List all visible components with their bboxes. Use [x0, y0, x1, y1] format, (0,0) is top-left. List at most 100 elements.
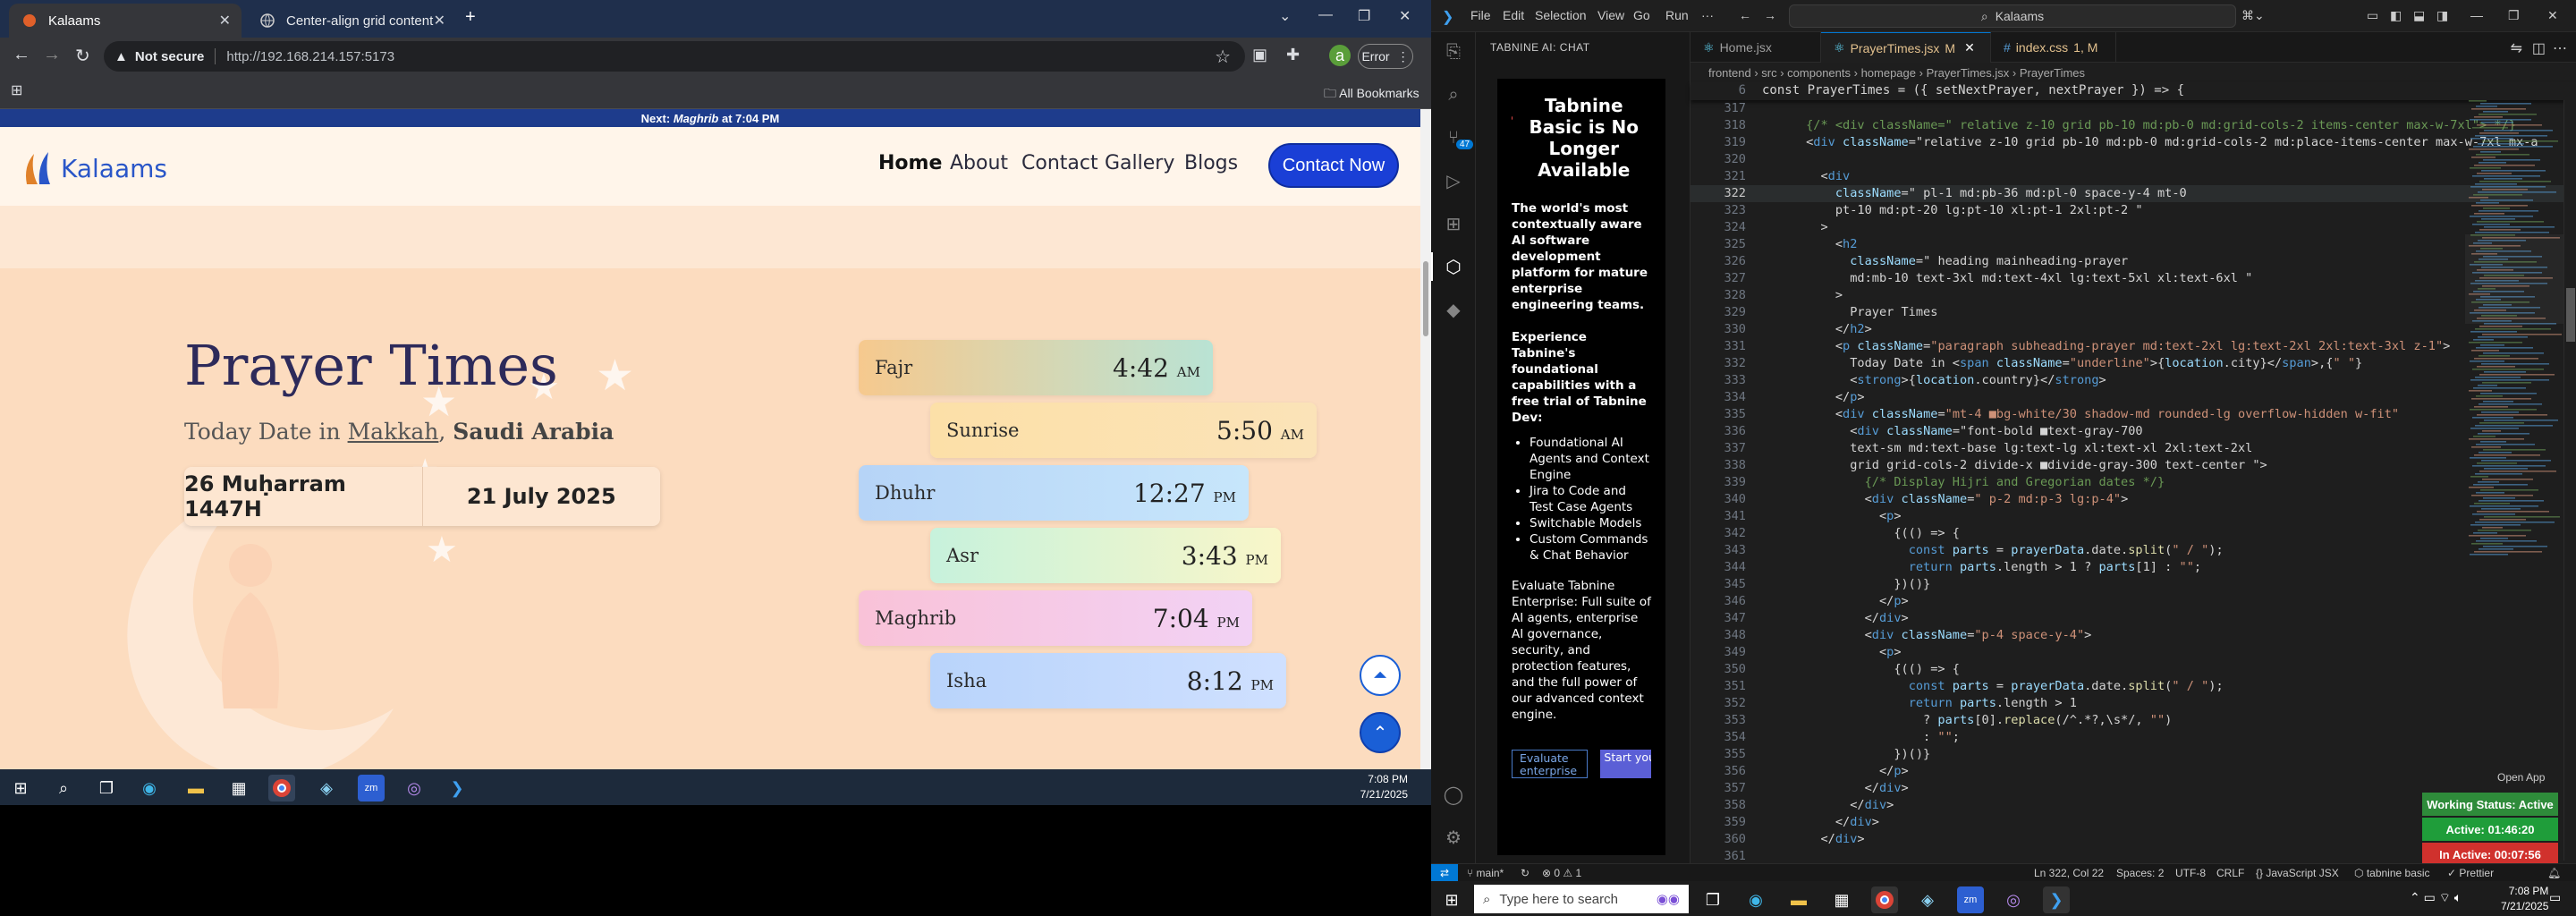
language-mode[interactable]: {} JavaScript JSX	[2256, 867, 2339, 879]
windows-start-icon[interactable]: ⊞	[1438, 886, 1465, 913]
page-scrollbar[interactable]	[1420, 109, 1431, 769]
compare-icon[interactable]: ⇋	[2511, 39, 2522, 57]
start-trial-button[interactable]: Start your Dev trial	[1600, 750, 1651, 778]
open-app-link[interactable]: Open App	[2497, 771, 2545, 784]
account-icon[interactable]: ◯	[1443, 784, 1464, 805]
code-line[interactable]: 324 >	[1690, 219, 2576, 236]
search-icon[interactable]: ⌕	[1443, 84, 1464, 106]
code-line[interactable]: 326 className=" heading mainheading-pray…	[1690, 253, 2576, 270]
nav-back-icon[interactable]: ←	[1739, 8, 1751, 22]
scroll-top-button[interactable]: ⌃	[1360, 712, 1401, 753]
breadcrumb-item[interactable]: src	[1761, 66, 1776, 80]
menu-file[interactable]: File	[1470, 8, 1491, 22]
code-line[interactable]: 349 <p>	[1690, 644, 2576, 661]
tab-index-css[interactable]: # index.css 1, M	[1991, 32, 2116, 63]
store-icon[interactable]: ▦	[225, 775, 252, 802]
code-line[interactable]: 346 </p>	[1690, 593, 2576, 610]
zoom-icon[interactable]: zm	[358, 775, 385, 802]
code-line[interactable]: 356 </p>	[1690, 763, 2576, 780]
code-line[interactable]: 332 Today Date in <span className="under…	[1690, 355, 2576, 372]
file-explorer-icon[interactable]: ▬	[1785, 886, 1812, 913]
avatar[interactable]: a	[1329, 45, 1351, 66]
taskbar-search-box[interactable]: ⌕ Type here to search ◉◉	[1474, 885, 1689, 913]
explorer-icon[interactable]: ⎘	[1443, 41, 1464, 63]
tabnine-status[interactable]: ⬡ tabnine basic	[2354, 867, 2430, 879]
task-view-icon[interactable]: ❐	[1699, 886, 1726, 913]
code-line[interactable]: 325 <h2	[1690, 236, 2576, 253]
line-ending[interactable]: CRLF	[2216, 867, 2244, 879]
indentation[interactable]: Spaces: 2	[2116, 867, 2164, 879]
layout-icon[interactable]: ▭	[2367, 8, 2378, 23]
minimap[interactable]	[2465, 100, 2563, 565]
close-window-icon[interactable]: ✕	[2547, 8, 2558, 23]
new-tab-icon[interactable]: +	[465, 7, 476, 28]
code-line[interactable]: 342 {(() => {	[1690, 525, 2576, 542]
code-line[interactable]: 322 className=" pl-1 md:pb-36 md:pl-0 sp…	[1690, 185, 2576, 202]
scrollbar-thumb[interactable]	[2566, 288, 2575, 342]
chrome-icon[interactable]	[268, 775, 295, 802]
code-line[interactable]: 334 </p>	[1690, 389, 2576, 406]
edge-icon[interactable]: ◉	[136, 775, 163, 802]
menu-edit[interactable]: Edit	[1503, 8, 1524, 22]
command-center-search[interactable]: ⌕ Kalaams	[1789, 4, 2236, 28]
nav-home[interactable]: Home	[878, 152, 942, 174]
close-window-icon[interactable]: ✕	[1399, 7, 1411, 25]
code-line[interactable]: 319 <div className="relative z-10 grid p…	[1690, 134, 2576, 151]
code-line[interactable]: 336 <div className="font-bold ■text-gray…	[1690, 423, 2576, 440]
problems-count[interactable]: ⊗ 0 ⚠ 1	[1542, 867, 1581, 879]
vscode-icon[interactable]: ❯	[2043, 886, 2070, 913]
close-icon[interactable]: ✕	[219, 12, 231, 30]
browser-tab-grid[interactable]: Center-align grid content ✕	[247, 4, 456, 38]
sidebar-toggle-icon[interactable]: ◧	[2390, 8, 2402, 23]
error-button[interactable]: Error ⋮	[1358, 44, 1413, 69]
code-line[interactable]: 327 md:mb-10 text-3xl md:text-4xl lg:tex…	[1690, 270, 2576, 287]
code-line[interactable]: 344 return parts.length > 1 ? parts[1] :…	[1690, 559, 2576, 576]
code-line[interactable]: 317	[1690, 100, 2576, 117]
puzzle-icon[interactable]: ✚	[1286, 46, 1300, 64]
menu-go[interactable]: Go	[1633, 8, 1650, 22]
code-line[interactable]: 339 {/* Display Hijri and Gregorian date…	[1690, 474, 2576, 491]
bookmark-star-icon[interactable]: ☆	[1215, 46, 1231, 68]
breadcrumb-item[interactable]: homepage	[1861, 66, 1916, 80]
reload-icon[interactable]: ↻	[75, 45, 90, 67]
code-line[interactable]: 354 : "";	[1690, 729, 2576, 746]
drop-icon[interactable]: ◆	[1443, 299, 1464, 320]
github-icon[interactable]: ◎	[401, 775, 428, 802]
remote-icon[interactable]: ⇄	[1431, 864, 1458, 881]
nav-forward-icon[interactable]: →	[1764, 8, 1776, 22]
github-icon[interactable]: ◎	[2000, 886, 2027, 913]
code-line[interactable]: 328 >	[1690, 287, 2576, 304]
breadcrumb-item[interactable]: components	[1787, 66, 1851, 80]
zoom-icon[interactable]: zm	[1957, 886, 1984, 913]
browser-tab-kalaams[interactable]: Kalaams ✕	[9, 4, 242, 38]
nav-contact[interactable]: Contact	[1021, 152, 1098, 174]
code-line[interactable]: 320	[1690, 151, 2576, 168]
cursor-position[interactable]: Ln 322, Col 22	[2034, 867, 2104, 879]
nav-gallery[interactable]: Gallery	[1105, 152, 1174, 174]
search-icon[interactable]: ⌕	[50, 775, 77, 802]
encoding[interactable]: UTF-8	[2175, 867, 2206, 879]
code-line[interactable]: 350 {(() => {	[1690, 661, 2576, 678]
minimize-icon[interactable]: —	[2470, 8, 2483, 22]
more-icon[interactable]: ⋯	[2553, 39, 2567, 57]
code-line[interactable]: 353 ? parts[0].replace(/^.*?,\s*/, "")	[1690, 712, 2576, 729]
evaluate-enterprise-button[interactable]: Evaluate enterprise	[1512, 750, 1589, 778]
forward-icon[interactable]: →	[43, 45, 61, 65]
code-line[interactable]: 341 <p>	[1690, 508, 2576, 525]
code-line[interactable]: 333 <strong>{location.country}</strong>	[1690, 372, 2576, 389]
code-line[interactable]: 351 const parts = prayerData.date.split(…	[1690, 678, 2576, 695]
code-line[interactable]: 318 {/* <div className=" relative z-10 g…	[1690, 117, 2576, 134]
code-line[interactable]: 337 text-sm md:text-base lg:text-lg xl:t…	[1690, 440, 2576, 457]
menu-selection[interactable]: Selection	[1535, 8, 1587, 22]
restore-icon[interactable]: ❐	[1358, 7, 1370, 25]
store-icon[interactable]: ▦	[1828, 886, 1855, 913]
tab-search-icon[interactable]: ⌄	[1279, 7, 1291, 25]
editor-scrollbar[interactable]	[2563, 100, 2576, 861]
code-line[interactable]: 347 </div>	[1690, 610, 2576, 627]
app-icon[interactable]: ◈	[313, 775, 340, 802]
scroll-top-outline-button[interactable]: ⏶	[1360, 655, 1401, 696]
code-line[interactable]: 331 <p className="paragraph subheading-p…	[1690, 338, 2576, 355]
edge-icon[interactable]: ◉	[1742, 886, 1769, 913]
file-explorer-icon[interactable]: ▬	[182, 775, 209, 802]
notification-icon[interactable]: ▭	[2549, 890, 2561, 905]
